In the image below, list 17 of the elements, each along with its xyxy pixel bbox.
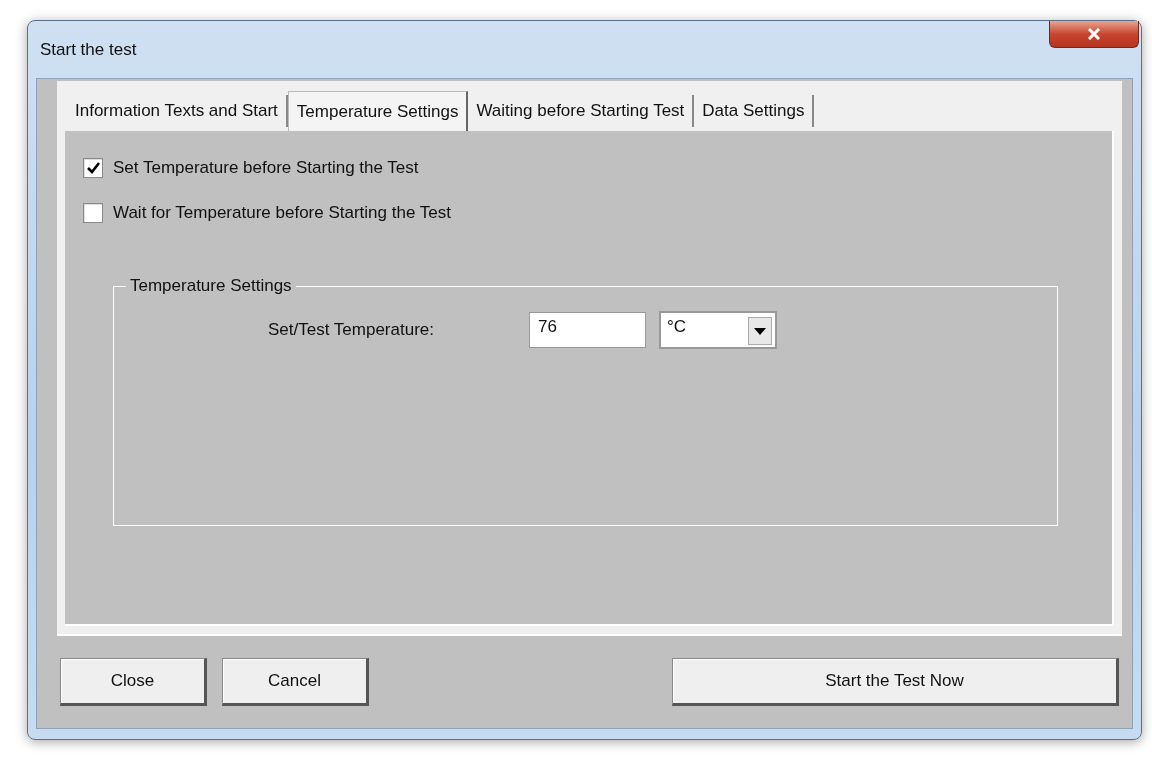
caret-icon: [754, 327, 766, 335]
close-icon: [1087, 28, 1101, 40]
input-field[interactable]: 76: [529, 312, 646, 348]
button[interactable]: Start the Test Now: [672, 658, 1119, 706]
close-button[interactable]: [1049, 21, 1139, 48]
tab[interactable]: Temperature Settings: [287, 91, 469, 131]
checkbox-label: Wait for Temperature before Starting the Test: [113, 203, 451, 223]
group-title: Temperature Settings: [129, 276, 293, 296]
field-label: Set/Test Temperature:: [267, 320, 434, 340]
button[interactable]: Cancel: [222, 658, 369, 706]
button[interactable]: Close: [60, 658, 207, 706]
window-title: Start the test: [40, 39, 137, 60]
checkbox[interactable]: [83, 203, 103, 223]
check-icon: [86, 162, 100, 174]
unit-dropdown[interactable]: °C: [659, 311, 777, 349]
checkbox[interactable]: [83, 158, 103, 178]
checkbox-label: Set Temperature before Starting the Test: [113, 158, 419, 178]
